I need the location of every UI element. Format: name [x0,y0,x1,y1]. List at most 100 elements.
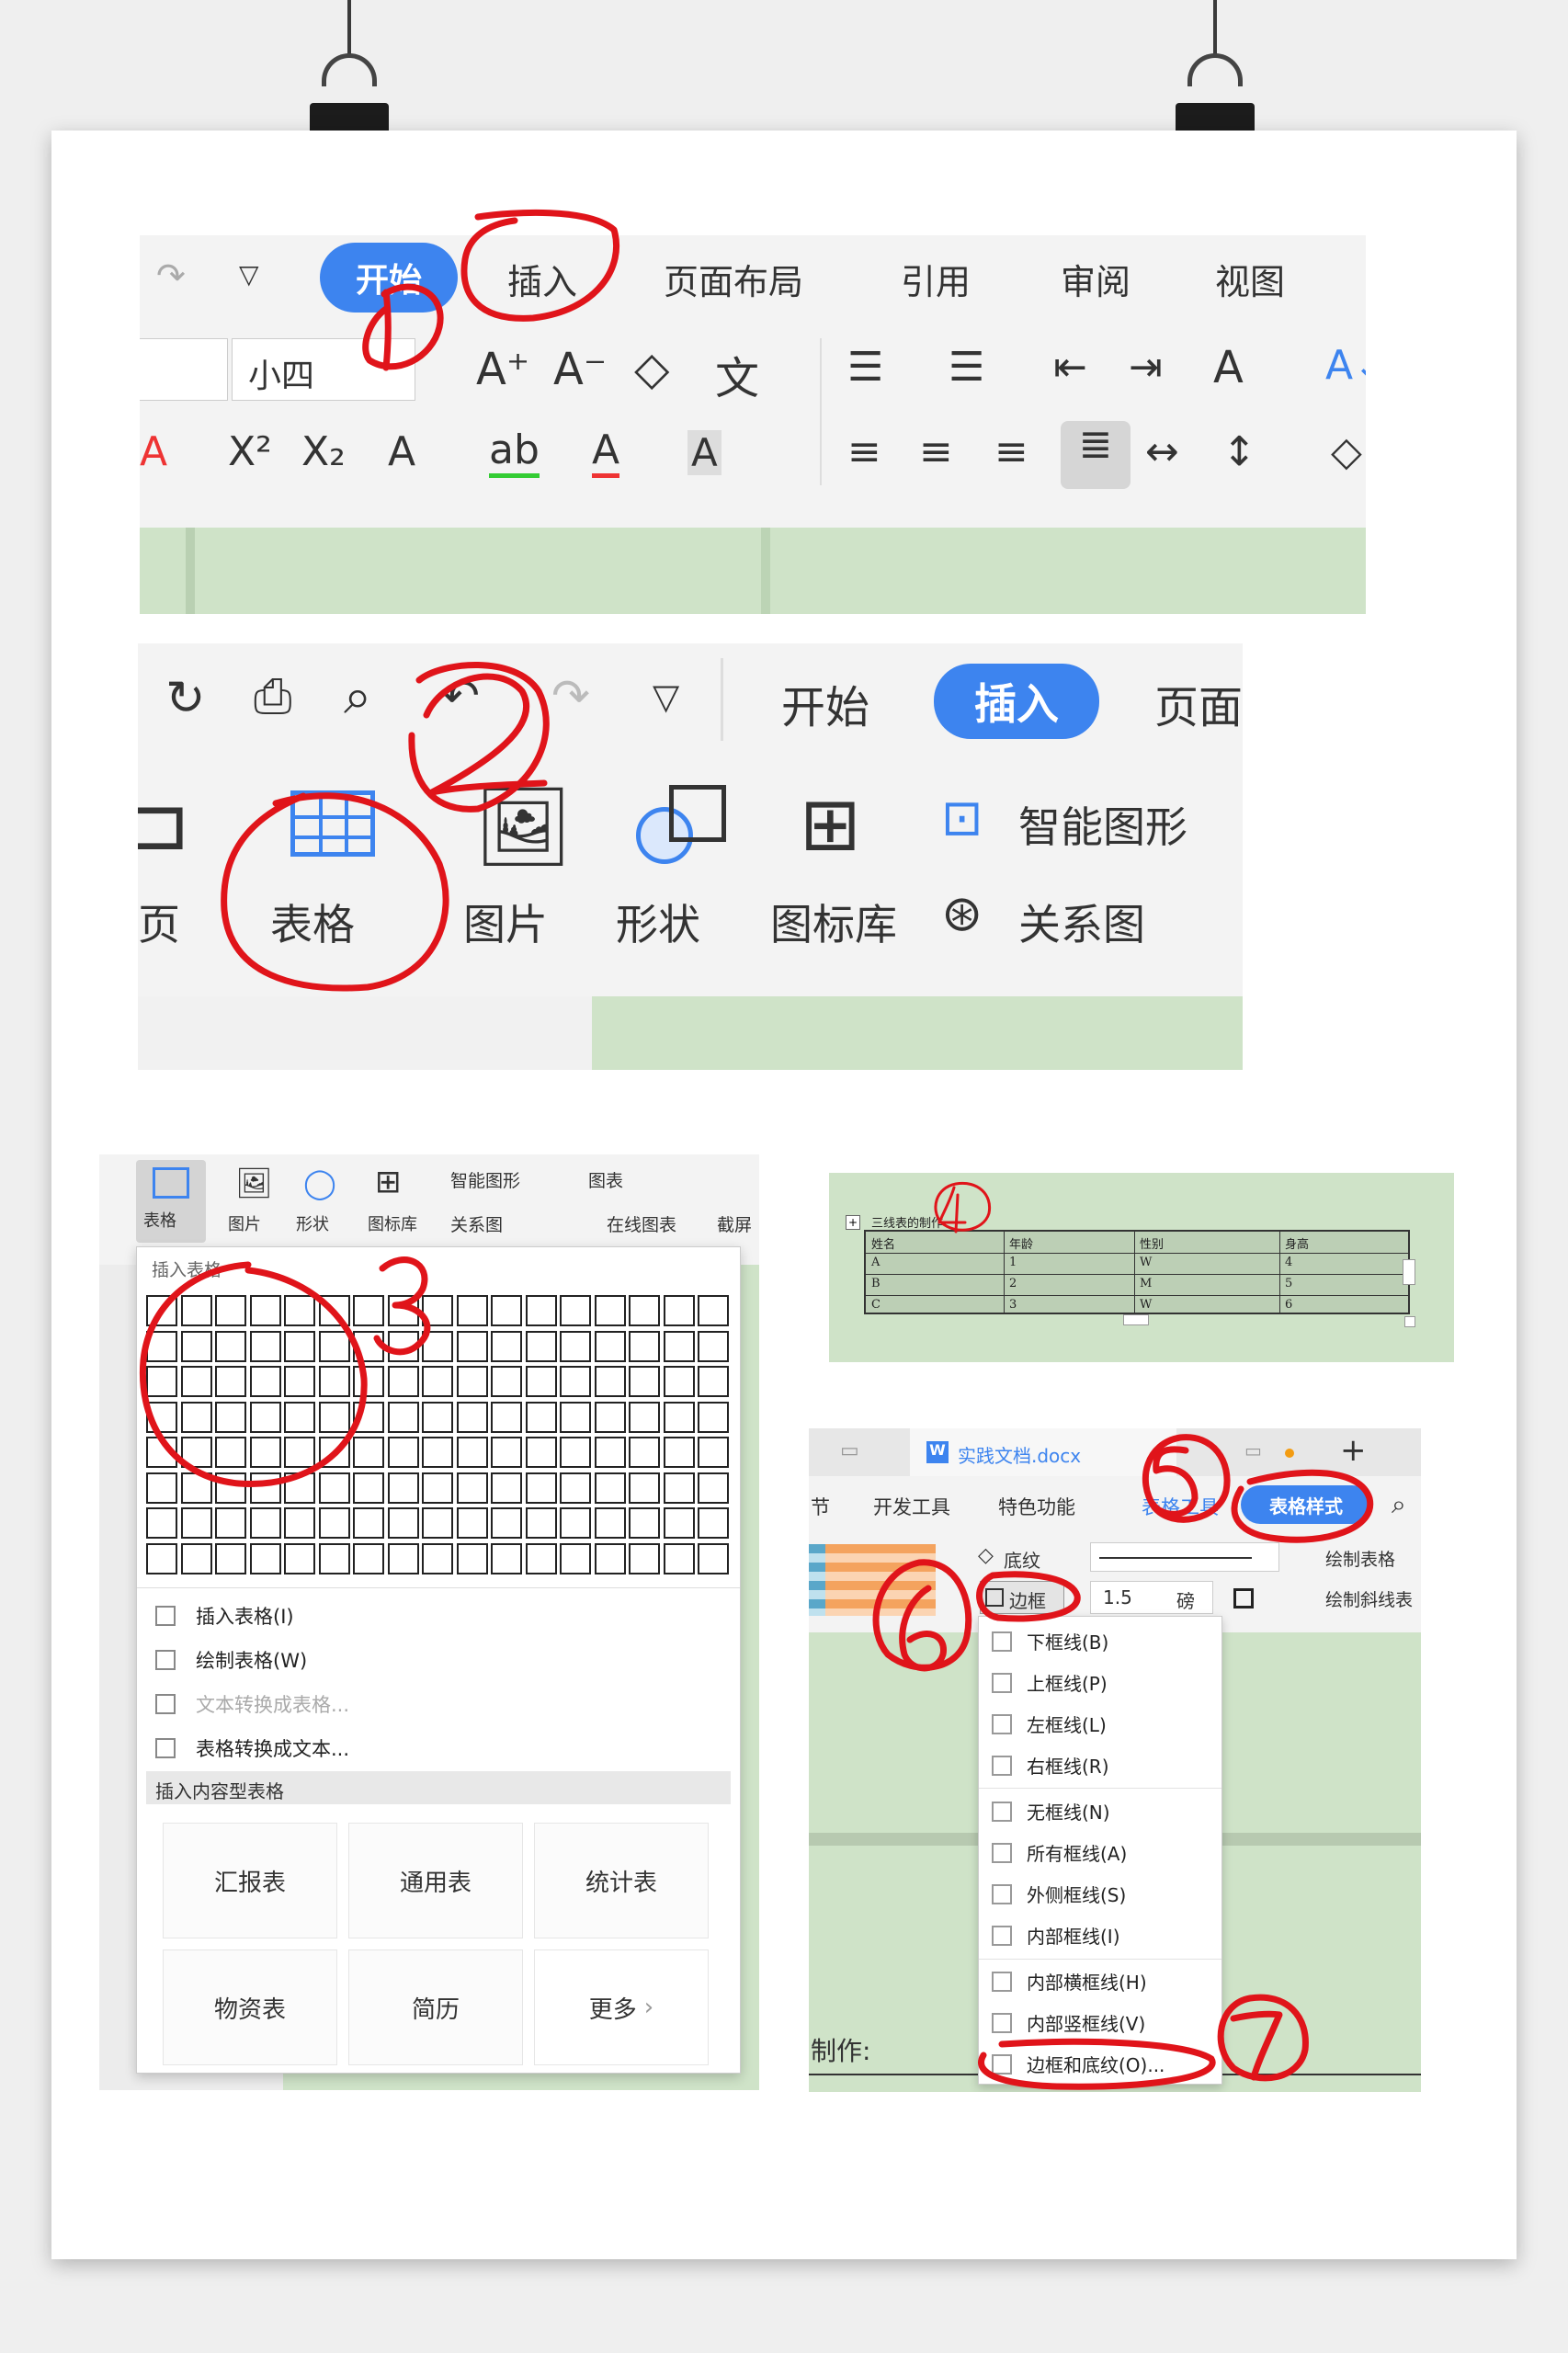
grid-cell[interactable] [180,1295,212,1326]
grid-cell[interactable] [215,1472,246,1504]
grid-cell[interactable] [491,1542,522,1574]
tab-references[interactable]: 引用 [901,254,971,304]
border-color-icon[interactable] [1233,1588,1254,1608]
grid-cell[interactable] [387,1542,419,1574]
grid-cell[interactable] [663,1437,695,1468]
grid-cell[interactable] [215,1295,246,1326]
grid-cell[interactable] [284,1366,315,1397]
indent-icon[interactable]: ⇥ [1129,344,1163,391]
tab-developer[interactable]: 开发工具 [873,1493,950,1520]
grid-cell[interactable] [284,1330,315,1362]
grid-cell[interactable] [180,1472,212,1504]
char-shading-icon[interactable]: A [687,430,722,475]
superscript-icon[interactable]: X² [228,428,272,475]
grid-cell[interactable] [663,1472,695,1504]
grid-cell[interactable] [525,1366,557,1397]
grid-cell[interactable] [560,1330,591,1362]
shape-icon[interactable]: ◯ [303,1165,336,1200]
menu-text-to-table[interactable]: 文本转换成表格... [155,1690,349,1718]
shape-button-label[interactable]: 形状 [616,892,700,952]
card-general[interactable]: 通用表 [348,1823,523,1938]
table-button-label[interactable]: 表格 [143,1208,176,1232]
grid-cell[interactable] [698,1401,729,1433]
tab-view[interactable]: 视图 [1215,254,1285,304]
relation-icon[interactable]: ⊛ [941,884,983,942]
grid-cell[interactable] [629,1295,660,1326]
print-icon[interactable]: ⎙ [254,669,292,725]
tab-features[interactable]: 特色功能 [998,1493,1075,1520]
grid-cell[interactable] [387,1437,419,1468]
grid-cell[interactable] [284,1437,315,1468]
grid-cell[interactable] [249,1542,281,1574]
grid-cell[interactable] [594,1401,626,1433]
grid-cell[interactable] [284,1507,315,1539]
grid-cell[interactable] [663,1330,695,1362]
grid-cell[interactable] [318,1330,350,1362]
table-button-label[interactable]: 表格 [270,892,355,952]
grid-cell[interactable] [560,1507,591,1539]
smartart-icon[interactable]: ⊡ [941,789,983,847]
card-report[interactable]: 汇报表 [163,1823,337,1938]
grid-cell[interactable] [422,1437,453,1468]
grid-cell[interactable] [663,1507,695,1539]
chart-label[interactable]: 图表 [588,1167,623,1192]
customize-icon[interactable]: ▽ [653,676,679,717]
grid-cell[interactable] [663,1542,695,1574]
border-menu-item[interactable]: 无框线(N) [992,1798,1110,1824]
font-color-icon[interactable]: A [592,426,620,478]
grid-cell[interactable] [387,1330,419,1362]
menu-table-to-text[interactable]: 表格转换成文本... [155,1734,349,1762]
shading-icon[interactable]: ◇ [978,1544,994,1567]
new-tab-icon[interactable]: + [1340,1432,1367,1469]
grid-cell[interactable] [353,1507,384,1539]
grid-cell[interactable] [594,1507,626,1539]
highlight-icon[interactable]: ab [489,426,540,478]
grid-cell[interactable] [594,1437,626,1468]
grid-cell[interactable] [353,1401,384,1433]
grid-cell[interactable] [629,1507,660,1539]
monitor-icon[interactable]: ▭ [840,1439,859,1462]
table-header-cell[interactable]: 性别 [1140,1234,1164,1252]
table-header-cell[interactable]: 姓名 [871,1234,895,1252]
change-case-icon[interactable]: A [1213,342,1244,393]
card-more[interactable]: 更多 › [534,1949,709,2065]
grid-cell[interactable] [215,1330,246,1362]
page-partial-icon[interactable]: ⊐ [138,781,190,867]
grid-cell[interactable] [146,1401,177,1433]
border-menu-item[interactable]: 内部框线(I) [992,1922,1120,1949]
undo-partial-icon[interactable]: ↻ [165,671,206,726]
table-cell[interactable]: W [1140,1256,1152,1269]
grid-cell[interactable] [215,1507,246,1539]
card-statistics[interactable]: 统计表 [534,1823,709,1938]
grid-cell[interactable] [318,1437,350,1468]
style-gallery[interactable] [809,1544,936,1616]
line-spacing-icon[interactable]: ↕ [1222,428,1256,475]
menu-draw-table[interactable]: 绘制表格(W) [155,1646,307,1674]
smartart-label[interactable]: 智能图形 [1018,794,1187,855]
table-cell[interactable]: 4 [1285,1256,1292,1269]
grid-cell[interactable] [663,1366,695,1397]
grid-cell[interactable] [387,1507,419,1539]
border-menu-item[interactable]: 下框线(B) [992,1628,1108,1654]
grid-cell[interactable] [525,1542,557,1574]
grid-cell[interactable] [215,1366,246,1397]
shape-label[interactable]: 形状 [296,1211,329,1235]
tab-section[interactable]: 节 [811,1493,830,1520]
grid-cell[interactable] [353,1366,384,1397]
grid-cell[interactable] [146,1295,177,1326]
grid-cell[interactable] [629,1472,660,1504]
grid-cell[interactable] [249,1330,281,1362]
grid-cell[interactable] [491,1366,522,1397]
table-resize-icon[interactable] [1404,1316,1415,1327]
picture-icon[interactable]: 🖼 [235,1165,273,1200]
customize-icon[interactable]: ▽ [239,259,259,290]
align-center-icon[interactable]: ≡ [919,428,953,475]
print-preview-icon[interactable]: ⌕ [344,667,371,726]
grid-cell[interactable] [629,1401,660,1433]
clear-format-icon[interactable]: ◇ [634,342,669,395]
style-gallery-blue[interactable] [809,1544,825,1616]
grid-cell[interactable] [180,1542,212,1574]
grid-cell[interactable] [146,1366,177,1397]
grid-cell[interactable] [422,1330,453,1362]
grid-cell[interactable] [249,1295,281,1326]
